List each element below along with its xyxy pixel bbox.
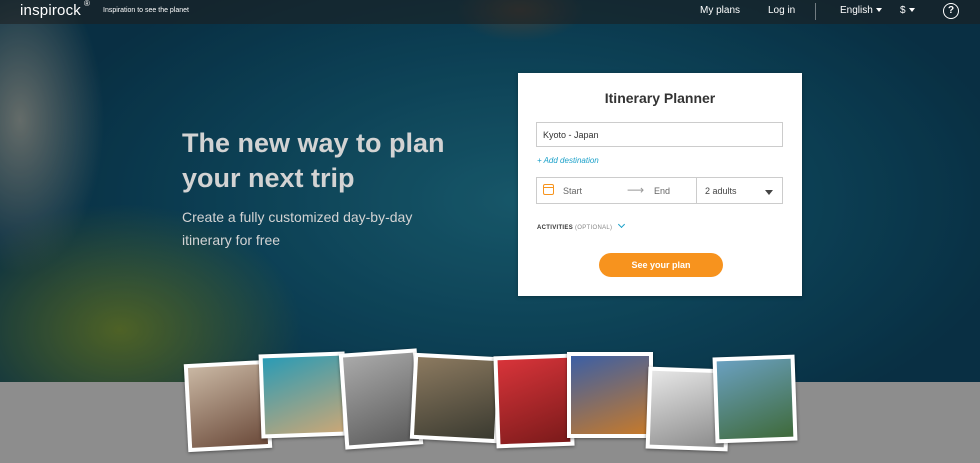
photo-tulips: [493, 353, 575, 449]
calendar-icon: [543, 184, 554, 195]
photo-beach: [258, 351, 348, 439]
photo-tulips-image: [497, 357, 571, 445]
chevron-down-icon: [618, 220, 626, 229]
caret-down-icon: [765, 190, 773, 195]
itinerary-planner-card: Itinerary Planner Kyoto - Japan + Add de…: [518, 73, 802, 296]
caret-down-icon: [908, 8, 915, 13]
tagline: Inspiration to see the planet: [103, 7, 190, 14]
currency-selector[interactable]: $: [900, 5, 915, 16]
currency-label: $: [900, 5, 906, 16]
logo[interactable]: inspirock: [20, 2, 81, 19]
logo-registered-mark: ®: [84, 0, 90, 8]
photo-mountains: [712, 354, 798, 444]
photo-beach-image: [262, 355, 344, 435]
help-icon[interactable]: ?: [943, 3, 959, 19]
language-label: English: [840, 5, 873, 16]
start-date-field[interactable]: Start: [563, 186, 582, 196]
log-in-link[interactable]: Log in: [768, 5, 795, 16]
top-bar: inspirock ® Inspiration to see the plane…: [0, 0, 980, 24]
activities-optional-label: (OPTIONAL): [574, 225, 613, 231]
arrow-right-icon: ⟶: [627, 183, 645, 197]
my-plans-link[interactable]: My plans: [700, 5, 740, 16]
photo-statue-image: [343, 352, 419, 446]
hero-headline: The new way to plan your next trip: [182, 128, 445, 193]
end-date-field[interactable]: End: [654, 186, 670, 196]
add-destination-link[interactable]: + Add destination: [537, 156, 599, 165]
destination-input[interactable]: Kyoto - Japan: [536, 122, 783, 147]
hero-overlay: [0, 0, 980, 382]
see-your-plan-button[interactable]: See your plan: [599, 253, 723, 277]
photo-people-image: [414, 356, 498, 440]
photo-friends-image: [187, 364, 269, 448]
photo-eiffel: [567, 352, 653, 438]
language-selector[interactable]: English: [840, 5, 882, 16]
caret-down-icon: [875, 8, 882, 13]
guests-select[interactable]: 2 adults: [697, 177, 783, 204]
nav-divider: [815, 3, 816, 20]
date-range-picker[interactable]: Start ⟶ End: [536, 177, 697, 204]
activities-label: ACTIVITIES: [537, 225, 574, 231]
photo-people: [409, 352, 503, 444]
photo-eiffel-image: [571, 356, 649, 434]
photo-mountains-image: [716, 358, 794, 440]
hero-subline: Create a fully customized day-by-day iti…: [182, 209, 413, 248]
planner-title: Itinerary Planner: [604, 90, 716, 106]
guests-value: 2 adults: [705, 186, 737, 196]
activities-toggle[interactable]: ACTIVITIES (OPTIONAL): [537, 220, 626, 231]
